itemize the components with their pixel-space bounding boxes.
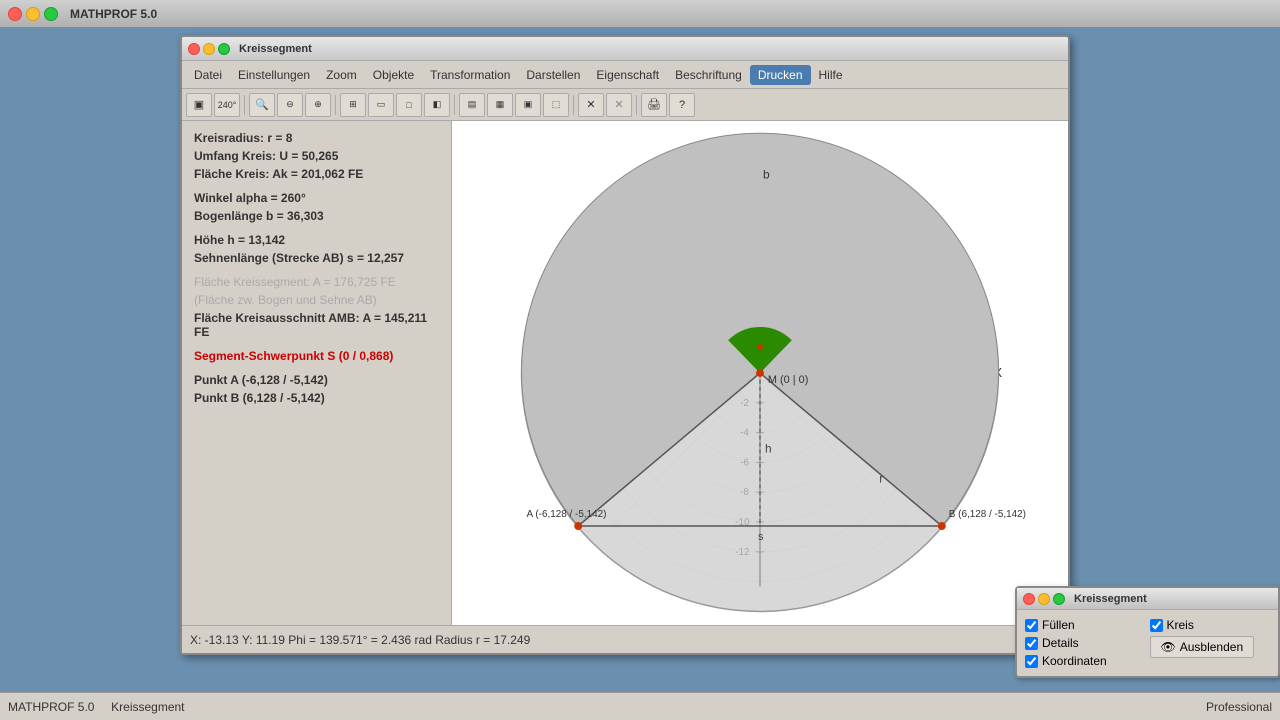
tb-grid[interactable]: ⊞ <box>340 93 366 117</box>
schwerpunkt-S <box>757 344 763 350</box>
menu-darstellen[interactable]: Darstellen <box>518 65 588 85</box>
info-hoehe: Höhe h = 13,142 <box>194 233 439 247</box>
label-b: b <box>763 167 770 181</box>
menu-transformation[interactable]: Transformation <box>422 65 518 85</box>
window-title-bar: Kreissegment <box>182 37 1068 61</box>
label-s: s <box>758 531 764 543</box>
kreisseg-panel: Kreissegment Füllen Details Koordinaten … <box>1015 586 1280 678</box>
kseg-right-controls: Kreis 👁 Ausblenden <box>1150 618 1271 668</box>
info-punkt-a: Punkt A (-6,128 / -5,142) <box>194 373 439 387</box>
point-B <box>938 522 946 530</box>
checkbox-kreis[interactable]: Kreis <box>1150 618 1194 632</box>
tb-zoom-out[interactable]: 🔍 <box>249 93 275 117</box>
window-title: Kreissegment <box>239 43 312 55</box>
app-title-bar: MATHPROF 5.0 <box>0 0 1280 28</box>
tb-fit[interactable]: ▭ <box>368 93 394 117</box>
tb-icon2[interactable]: ▦ <box>487 93 513 117</box>
tb-zoom-in2[interactable]: ⊖ <box>277 93 303 117</box>
win-min-btn[interactable] <box>203 43 215 55</box>
tb-rect[interactable]: □ <box>396 93 422 117</box>
info-sehne: Sehnenlänge (Strecke AB) s = 12,257 <box>194 251 439 265</box>
checkbox-koordinaten-label: Koordinaten <box>1042 654 1107 668</box>
maximize-btn[interactable] <box>44 7 58 21</box>
ausblenden-icon: 👁 <box>1161 640 1176 654</box>
checkbox-koordinaten[interactable]: Koordinaten <box>1025 654 1146 668</box>
menu-eigenschaft[interactable]: Eigenschaft <box>588 65 667 85</box>
point-A <box>574 522 582 530</box>
checkbox-details[interactable]: Details <box>1025 636 1146 650</box>
menu-hilfe[interactable]: Hilfe <box>811 65 851 85</box>
tb-icon3[interactable]: ▣ <box>515 93 541 117</box>
kseg-close-btn[interactable] <box>1023 593 1035 605</box>
info-umfang: Umfang Kreis: U = 50,265 <box>194 149 439 163</box>
status-edition: Professional <box>1206 700 1272 714</box>
status-coords: X: -13.13 Y: 11.19 Phi = 139.571° = 2.43… <box>190 633 530 647</box>
center-point <box>756 369 764 377</box>
main-window: Kreissegment Datei Einstellungen Zoom Ob… <box>180 35 1070 655</box>
info-flaeche-kreis: Fläche Kreis: Ak = 201,062 FE <box>194 167 439 181</box>
kseg-title-text: Kreissegment <box>1074 593 1147 605</box>
status-module: Kreissegment <box>111 700 184 714</box>
center-label: M (0 | 0) <box>768 374 808 386</box>
tb-help[interactable]: ? <box>669 93 695 117</box>
tb-close1[interactable]: ✕ <box>578 93 604 117</box>
menu-zoom[interactable]: Zoom <box>318 65 365 85</box>
checkbox-fullen[interactable]: Füllen <box>1025 618 1146 632</box>
info-winkel: Winkel alpha = 260° <box>194 191 439 205</box>
graph-area[interactable]: 2 4 6 8 10 12 -2 -4 -6 -8 -10 -12 -2 -4 … <box>452 121 1068 625</box>
tb-icon4[interactable]: ⬚ <box>543 93 569 117</box>
win-close-btn[interactable] <box>188 43 200 55</box>
menu-objekte[interactable]: Objekte <box>365 65 422 85</box>
checkbox-koordinaten-input[interactable] <box>1025 655 1038 668</box>
checkbox-details-input[interactable] <box>1025 637 1038 650</box>
status-bar: MATHPROF 5.0 Kreissegment Professional <box>0 692 1280 720</box>
info-radius: Kreisradius: r = 8 <box>194 131 439 145</box>
menu-datei[interactable]: Datei <box>186 65 230 85</box>
status-left: MATHPROF 5.0 Kreissegment <box>8 700 1206 714</box>
ausblenden-label: Ausblenden <box>1180 640 1243 654</box>
info-seg-flaeche2: (Fläche zw. Bogen und Sehne AB) <box>194 293 439 307</box>
kseg-min-btn[interactable] <box>1038 593 1050 605</box>
close-btn[interactable] <box>8 7 22 21</box>
content-area: Kreisradius: r = 8 Umfang Kreis: U = 50,… <box>182 121 1068 625</box>
tb-zoom-in3[interactable]: ⊕ <box>305 93 331 117</box>
point-A-label: A (-6,128 / -5,142) <box>527 509 607 520</box>
tb-close2[interactable]: ✕ <box>606 93 632 117</box>
checkbox-fullen-label: Füllen <box>1042 618 1075 632</box>
info-seg-flaeche: Fläche Kreissegment: A = 176,725 FE <box>194 275 439 289</box>
tb-print[interactable]: 🖨 <box>641 93 667 117</box>
label-r: r <box>879 471 883 485</box>
info-panel: Kreisradius: r = 8 Umfang Kreis: U = 50,… <box>182 121 452 625</box>
checkbox-fullen-input[interactable] <box>1025 619 1038 632</box>
menu-drucken[interactable]: Drucken <box>750 65 811 85</box>
kseg-max-btn[interactable] <box>1053 593 1065 605</box>
tb-icon1[interactable]: ▤ <box>459 93 485 117</box>
app-title: MATHPROF 5.0 <box>70 7 157 21</box>
info-schwerpunkt: Segment-Schwerpunkt S (0 / 0,868) <box>194 349 439 363</box>
info-bogen: Bogenlänge b = 36,303 <box>194 209 439 223</box>
menu-einstellungen[interactable]: Einstellungen <box>230 65 318 85</box>
info-punkt-b: Punkt B (6,128 / -5,142) <box>194 391 439 405</box>
ausblenden-button[interactable]: 👁 Ausblenden <box>1150 636 1255 658</box>
menu-beschriftung[interactable]: Beschriftung <box>667 65 750 85</box>
kseg-checkboxes-left: Füllen Details Koordinaten <box>1025 618 1146 668</box>
toolbar: ▣ 240° 🔍 ⊖ ⊕ ⊞ ▭ □ ◧ ▤ ▦ ▣ ⬚ ✕ ✕ 🖨 ? <box>182 89 1068 121</box>
tb-zoom-reset[interactable]: 240° <box>214 93 240 117</box>
minimize-btn[interactable] <box>26 7 40 21</box>
win-max-btn[interactable] <box>218 43 230 55</box>
point-B-label: B (6,128 / -5,142) <box>949 509 1026 520</box>
tb-rect2[interactable]: ◧ <box>424 93 450 117</box>
status-app: MATHPROF 5.0 <box>8 700 94 714</box>
menu-bar: Datei Einstellungen Zoom Objekte Transfo… <box>182 61 1068 89</box>
kreisseg-panel-title: Kreissegment <box>1017 588 1278 610</box>
info-ausschnitt: Fläche Kreisausschnitt AMB: A = 145,211 … <box>194 311 439 339</box>
tb-select[interactable]: ▣ <box>186 93 212 117</box>
label-h: h <box>765 441 772 455</box>
checkbox-details-label: Details <box>1042 636 1079 650</box>
checkbox-kreis-label: Kreis <box>1167 618 1194 632</box>
checkbox-kreis-input[interactable] <box>1150 619 1163 632</box>
window-status-bar: X: -13.13 Y: 11.19 Phi = 139.571° = 2.43… <box>182 625 1068 653</box>
